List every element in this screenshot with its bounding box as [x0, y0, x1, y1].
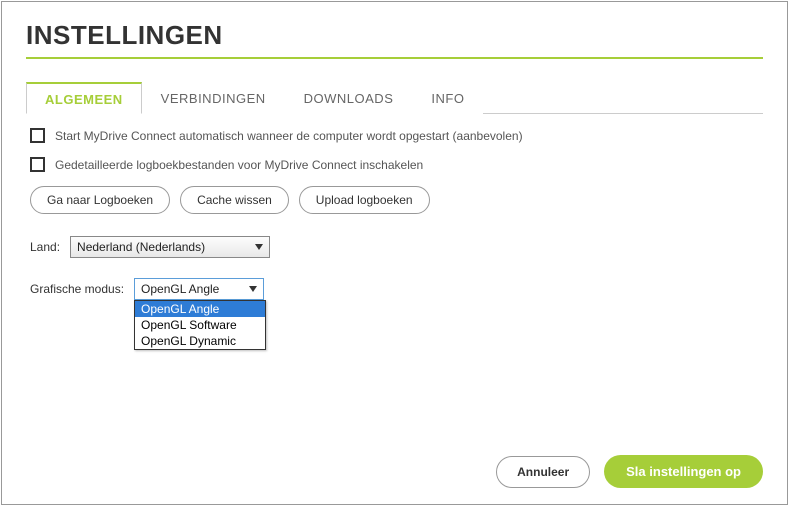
- cancel-button[interactable]: Annuleer: [496, 456, 590, 488]
- autostart-checkbox[interactable]: [30, 128, 45, 143]
- country-value: Nederland (Nederlands): [71, 237, 269, 257]
- dialog-footer: Annuleer Sla instellingen op: [496, 455, 763, 488]
- chevron-down-icon: [251, 239, 267, 255]
- country-label: Land:: [30, 240, 60, 254]
- tab-verbindingen[interactable]: VERBINDINGEN: [142, 82, 285, 114]
- chevron-down-icon: [245, 281, 261, 297]
- tab-body-algemeen: Start MyDrive Connect automatisch wannee…: [26, 114, 763, 324]
- country-combo[interactable]: Nederland (Nederlands): [70, 236, 270, 258]
- graphics-mode-value: OpenGL Angle: [135, 279, 263, 299]
- autostart-label: Start MyDrive Connect automatisch wannee…: [55, 129, 523, 143]
- clear-cache-button[interactable]: Cache wissen: [180, 186, 289, 214]
- go-to-logs-button[interactable]: Ga naar Logboeken: [30, 186, 170, 214]
- upload-logs-button[interactable]: Upload logboeken: [299, 186, 430, 214]
- detailed-logs-row: Gedetailleerde logboekbestanden voor MyD…: [30, 157, 759, 172]
- tabs: ALGEMEEN VERBINDINGEN DOWNLOADS INFO: [26, 81, 763, 114]
- graphics-mode-label: Grafische modus:: [30, 282, 124, 296]
- graphics-option-software[interactable]: OpenGL Software: [135, 317, 265, 333]
- autostart-row: Start MyDrive Connect automatisch wannee…: [30, 128, 759, 143]
- graphics-option-angle[interactable]: OpenGL Angle: [135, 301, 265, 317]
- detailed-logs-label: Gedetailleerde logboekbestanden voor MyD…: [55, 158, 423, 172]
- tab-downloads[interactable]: DOWNLOADS: [285, 82, 413, 114]
- detailed-logs-checkbox[interactable]: [30, 157, 45, 172]
- tab-info[interactable]: INFO: [412, 82, 483, 114]
- graphics-option-dynamic[interactable]: OpenGL Dynamic: [135, 333, 265, 349]
- settings-dialog: INSTELLINGEN ALGEMEEN VERBINDINGEN DOWNL…: [1, 1, 788, 505]
- graphics-mode-row: Grafische modus: OpenGL Angle OpenGL Ang…: [30, 278, 759, 300]
- log-buttons-row: Ga naar Logboeken Cache wissen Upload lo…: [30, 186, 759, 214]
- graphics-mode-combo[interactable]: OpenGL Angle OpenGL Angle OpenGL Softwar…: [134, 278, 264, 300]
- graphics-mode-dropdown: OpenGL Angle OpenGL Software OpenGL Dyna…: [134, 300, 266, 350]
- page-title: INSTELLINGEN: [26, 20, 763, 57]
- tab-algemeen[interactable]: ALGEMEEN: [26, 82, 142, 114]
- title-rule: [26, 57, 763, 59]
- save-button[interactable]: Sla instellingen op: [604, 455, 763, 488]
- country-row: Land: Nederland (Nederlands): [30, 236, 759, 258]
